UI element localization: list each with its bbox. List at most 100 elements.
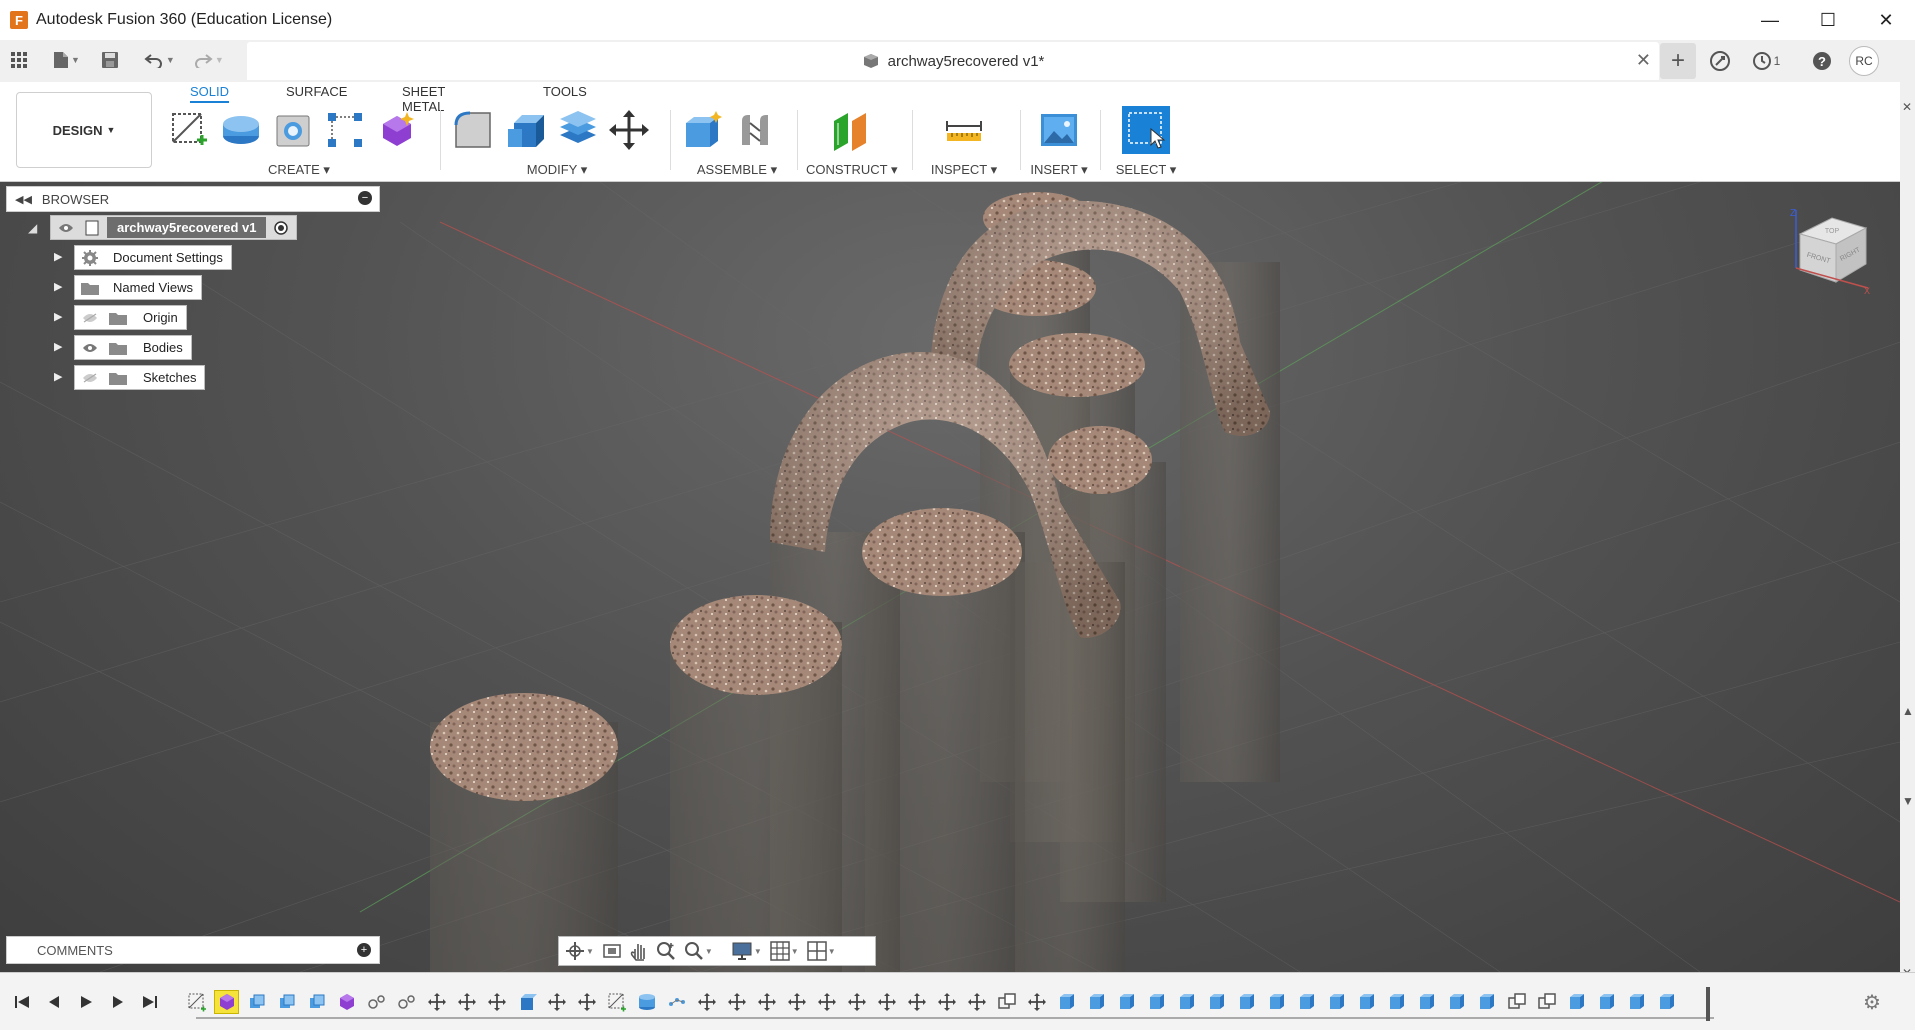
- extrude-feature-icon[interactable]: [514, 990, 539, 1014]
- joint-icon[interactable]: [734, 109, 776, 151]
- close-tab-icon[interactable]: ✕: [1636, 50, 1651, 71]
- joint-feature-icon[interactable]: [364, 990, 389, 1014]
- create-form-icon[interactable]: [376, 109, 418, 151]
- tab-solid[interactable]: SOLID: [190, 84, 230, 103]
- face-feature-icon[interactable]: [1564, 990, 1589, 1014]
- zoom-icon[interactable]: [656, 941, 676, 961]
- new-tab-plus-icon[interactable]: +: [1660, 43, 1696, 79]
- file-menu-icon[interactable]: ▼: [50, 46, 83, 74]
- modify-menu[interactable]: MODIFY ▾: [452, 162, 662, 178]
- face-feature-icon[interactable]: [1054, 990, 1079, 1014]
- press-pull-icon[interactable]: [452, 109, 494, 151]
- face-feature-icon[interactable]: [1444, 990, 1469, 1014]
- pattern-feature-icon[interactable]: [304, 990, 329, 1014]
- expand-triangle-icon[interactable]: ▶: [54, 310, 62, 323]
- joint-feature-icon[interactable]: [394, 990, 419, 1014]
- revolve-icon[interactable]: [272, 109, 314, 151]
- save-icon[interactable]: [97, 46, 123, 74]
- face-feature-icon[interactable]: [1114, 990, 1139, 1014]
- step-forward-icon[interactable]: [108, 991, 128, 1013]
- move-feature-icon[interactable]: [454, 990, 479, 1014]
- redo-icon[interactable]: ▼: [190, 46, 227, 74]
- face-feature-icon[interactable]: [1234, 990, 1259, 1014]
- move-feature-icon[interactable]: [424, 990, 449, 1014]
- combine-feature-icon[interactable]: [1504, 990, 1529, 1014]
- face-feature-icon[interactable]: [1384, 990, 1409, 1014]
- inspect-menu[interactable]: INSPECT ▾: [920, 162, 1008, 178]
- data-panel-grid-icon[interactable]: [6, 46, 32, 74]
- minimize-browser-icon[interactable]: −: [358, 191, 372, 205]
- insert-menu[interactable]: INSERT ▾: [1024, 162, 1094, 178]
- create-sketch-icon[interactable]: [168, 109, 210, 151]
- construct-menu[interactable]: CONSTRUCT ▾: [806, 162, 898, 178]
- face-feature-icon[interactable]: [1084, 990, 1109, 1014]
- face-feature-icon[interactable]: [1474, 990, 1499, 1014]
- user-account[interactable]: RC: [1846, 43, 1882, 79]
- add-comment-icon[interactable]: +: [357, 943, 371, 957]
- visibility-eye-hidden-icon[interactable]: [79, 373, 101, 383]
- browser-item-bodies[interactable]: ▶ Bodies: [6, 332, 380, 362]
- tree-node[interactable]: Origin: [74, 305, 187, 330]
- tree-node[interactable]: Sketches: [74, 365, 206, 390]
- face-feature-icon[interactable]: [1204, 990, 1229, 1014]
- expand-triangle-icon[interactable]: ▶: [54, 370, 62, 383]
- grid-snap-icon[interactable]: ▼: [770, 941, 799, 961]
- close-window-button[interactable]: ✕: [1857, 0, 1915, 40]
- move-feature-icon[interactable]: [694, 990, 719, 1014]
- collapse-triangle-icon[interactable]: ◢: [28, 221, 37, 235]
- tree-node[interactable]: Named Views: [74, 275, 202, 300]
- move-feature-icon[interactable]: [964, 990, 989, 1014]
- extensions-icon[interactable]: [1702, 43, 1738, 79]
- view-cube[interactable]: TOP FRONT RIGHT Z X: [1782, 204, 1872, 294]
- move-feature-icon[interactable]: [574, 990, 599, 1014]
- pattern-feature-icon[interactable]: [244, 990, 269, 1014]
- workspace-switcher-button[interactable]: DESIGN ▼: [16, 92, 152, 168]
- go-to-end-icon[interactable]: [140, 991, 160, 1013]
- browser-item-sketches[interactable]: ▶ Sketches: [6, 362, 380, 392]
- collapse-panel-icon[interactable]: ◀◀: [15, 193, 32, 206]
- move-feature-icon[interactable]: [904, 990, 929, 1014]
- face-feature-icon[interactable]: [1654, 990, 1679, 1014]
- browser-header[interactable]: ◀◀ BROWSER −: [6, 186, 380, 212]
- look-at-icon[interactable]: [602, 942, 622, 960]
- browser-item-origin[interactable]: ▶ Origin: [6, 302, 380, 332]
- root-component[interactable]: archway5recovered v1: [50, 215, 298, 240]
- tab-tools[interactable]: TOOLS: [543, 84, 587, 101]
- tab-surface[interactable]: SURFACE: [286, 84, 347, 101]
- pattern-icon[interactable]: [324, 109, 366, 151]
- pan-hand-icon[interactable]: [630, 941, 648, 961]
- expand-triangle-icon[interactable]: ▶: [54, 250, 62, 263]
- move-feature-icon[interactable]: [754, 990, 779, 1014]
- pattern-feature-icon[interactable]: [274, 990, 299, 1014]
- move-feature-icon[interactable]: [724, 990, 749, 1014]
- expand-triangle-icon[interactable]: ▶: [54, 280, 62, 293]
- move-feature-icon[interactable]: [784, 990, 809, 1014]
- face-feature-icon[interactable]: [1174, 990, 1199, 1014]
- visibility-eye-icon[interactable]: [55, 223, 77, 233]
- move-feature-icon[interactable]: [544, 990, 569, 1014]
- face-feature-icon[interactable]: [1294, 990, 1319, 1014]
- tree-node[interactable]: Document Settings: [74, 245, 232, 270]
- point-feature-icon[interactable]: [664, 990, 689, 1014]
- assemble-menu[interactable]: ASSEMBLE ▾: [682, 162, 792, 178]
- undo-icon[interactable]: ▼: [141, 46, 178, 74]
- move-feature-icon[interactable]: [844, 990, 869, 1014]
- new-component-icon[interactable]: [682, 109, 724, 151]
- comments-panel[interactable]: COMMENTS +: [6, 936, 380, 964]
- canvas-viewport[interactable]: ◀◀ BROWSER − ◢ archway5recovered v1 ▶ Do…: [0, 182, 1900, 972]
- form-feature-icon[interactable]: [334, 990, 359, 1014]
- face-feature-icon[interactable]: [1324, 990, 1349, 1014]
- document-tab[interactable]: archway5recovered v1* ✕: [247, 42, 1659, 80]
- timeline-marker[interactable]: [1706, 987, 1710, 1021]
- face-feature-icon[interactable]: [1354, 990, 1379, 1014]
- maximize-button[interactable]: ☐: [1799, 0, 1857, 40]
- zoom-window-icon[interactable]: ▼: [684, 941, 713, 961]
- visibility-eye-icon[interactable]: [79, 343, 101, 353]
- combine-feature-icon[interactable]: [1534, 990, 1559, 1014]
- expand-triangle-icon[interactable]: ▶: [54, 340, 62, 353]
- play-icon[interactable]: [76, 991, 96, 1013]
- minimize-button[interactable]: —: [1741, 0, 1799, 40]
- face-feature-icon[interactable]: [1144, 990, 1169, 1014]
- tree-node[interactable]: Bodies: [74, 335, 192, 360]
- browser-item-named-views[interactable]: ▶ Named Views: [6, 272, 380, 302]
